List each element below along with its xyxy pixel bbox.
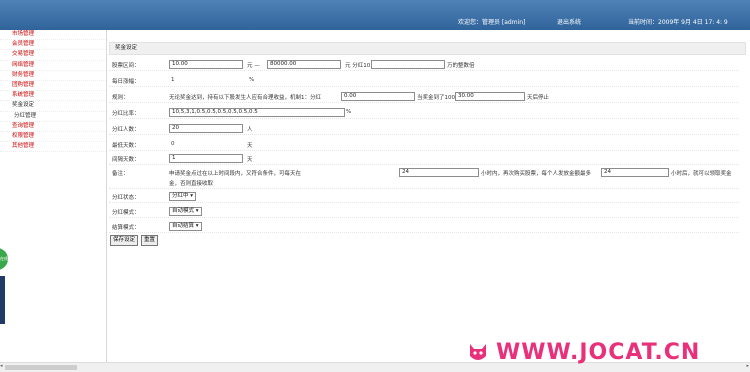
sidebar-item-bonus-settings[interactable]: 奖金设定 [0, 101, 106, 112]
note-label: 备注： [112, 171, 129, 177]
sidebar-item-permissions[interactable]: 权限管理 [0, 132, 106, 143]
panel-title: 奖金设定 [109, 42, 746, 55]
mode-label: 分红模式： [112, 210, 140, 216]
side-float-bar[interactable] [0, 276, 5, 324]
row-price-range: 股票区间： 元 — 元 分红10 万的整数倍 [109, 58, 739, 71]
sidebar-item-trade[interactable]: 交易管理 [0, 50, 106, 61]
rule-text: 无论奖金达到，持有以下股发生人应有合理收益，机制1：分红 [169, 95, 322, 101]
logout-link[interactable]: 退出系统 [557, 17, 581, 26]
people-unit: 人 [247, 127, 253, 133]
row-ratio: 分红比率： % [109, 106, 739, 119]
sidebar-item-members[interactable]: 会员管理 [0, 40, 106, 51]
row-settle: 结算模式： 自动结算 ▾ [109, 220, 739, 233]
interval-days-input[interactable] [169, 154, 243, 163]
settle-select-value: 自动结算 [172, 223, 195, 229]
row-people: 分红人数： 人 [109, 122, 739, 135]
rule-value1-input[interactable] [341, 92, 415, 101]
price-range-label: 股票区间： [112, 63, 140, 69]
sidebar-item-finance[interactable]: 财务管理 [0, 71, 106, 81]
sidebar-item-groupbuy[interactable]: 团购管理 [0, 81, 106, 92]
note-text-2: 小时内，再次购买股票，每个人发放金额最多 [481, 171, 592, 177]
save-button[interactable]: 保存设定 [110, 235, 139, 246]
status-select[interactable]: 分红中 ▾ [169, 192, 197, 201]
note-text-3: 小时后，就可以领取奖金 [671, 171, 732, 177]
scroll-right-icon[interactable]: ▸ [746, 363, 749, 369]
rule-mid-text: 当奖金到了100 [417, 95, 455, 101]
sidebar-item-system[interactable]: 系统管理 [0, 91, 106, 102]
sidebar-item-network[interactable]: 网络管理 [0, 61, 106, 71]
cat-logo-icon [470, 344, 486, 360]
people-label: 分红人数： [112, 127, 140, 133]
price-mid-text: 元 分红10 [345, 63, 371, 69]
daily-rise-unit: % [249, 77, 255, 83]
top-header-bar: 欢迎您：管理员 [admin] 退出系统 当前时间：2009年 9月 4日 17… [0, 0, 750, 30]
daily-rise-value: 1 [171, 77, 175, 83]
mode-select-value: 自动模式 [172, 208, 195, 214]
price-multiple-input[interactable] [371, 60, 445, 69]
interval-days-label: 间隔天数： [112, 157, 140, 163]
settle-label: 结算模式： [112, 225, 140, 231]
note-value2-input[interactable] [601, 168, 669, 177]
status-select-value: 分红中 [172, 193, 189, 199]
daily-rise-label: 每日涨幅： [112, 79, 140, 85]
note-text-1: 申请奖金点过在以上时间段内，又符合条件，可每天在 [169, 171, 302, 177]
min-days-label: 最低天数： [112, 143, 140, 149]
rule-value2-input[interactable] [455, 92, 525, 101]
welcome-text: 欢迎您：管理员 [admin] [458, 19, 526, 26]
price-to-input[interactable] [267, 60, 341, 69]
people-input[interactable] [169, 124, 243, 133]
status-label: 分红状态： [112, 195, 140, 201]
sidebar-item-other[interactable]: 其他管理 [0, 142, 106, 153]
current-time: 当前时间：2009年 9月 4日 17: 4: 9 [628, 19, 728, 26]
rule-end-text: 天后停止 [527, 95, 550, 101]
price-end-text: 万的整数倍 [447, 63, 475, 69]
main-content: 奖金设定 股票区间： 元 — 元 分红10 万的整数倍 每日涨幅： 1 % 规则… [107, 30, 750, 371]
sidebar-menu: 市场管理 会员管理 交易管理 网络管理 财务管理 团购管理 系统管理 奖金设定 … [0, 30, 107, 371]
note-text-4: 金，否则直接收取 [169, 181, 214, 187]
row-min-days: 最低天数： 0 天 [109, 138, 739, 151]
row-rule: 规则： 无论奖金达到，持有以下股发生人应有合理收益，机制1：分红 当奖金到了10… [109, 90, 739, 103]
min-days-value: 0 [171, 141, 175, 147]
note-value1-input[interactable] [399, 168, 479, 177]
rule-label: 规则： [112, 95, 129, 101]
mode-select[interactable]: 自动模式 ▾ [169, 207, 202, 216]
price-from-input[interactable] [169, 60, 243, 69]
row-status: 分红状态： 分红中 ▾ [109, 190, 739, 203]
watermark-text: WWW.JOCAT.CN [496, 340, 701, 365]
settle-select[interactable]: 自动结算 ▾ [169, 222, 202, 231]
scroll-left-icon[interactable]: ◂ [0, 363, 3, 369]
ratio-unit: % [346, 109, 352, 115]
min-days-unit: 天 [247, 143, 253, 149]
sidebar-item-market[interactable]: 市场管理 [0, 30, 106, 41]
ratio-input[interactable] [169, 108, 345, 117]
price-sep-text: 元 — [247, 63, 260, 69]
sidebar-item-query[interactable]: 查询管理 [0, 122, 106, 132]
interval-days-unit: 天 [247, 157, 253, 163]
sidebar-item-dividends[interactable]: 分红管理 [0, 112, 106, 122]
row-daily-rise: 每日涨幅： 1 % [109, 74, 739, 87]
ratio-label: 分红比率： [112, 111, 140, 117]
scrollbar-thumb[interactable] [5, 365, 77, 370]
reset-button[interactable]: 重置 [141, 235, 159, 246]
row-interval-days: 间隔天数： 天 [109, 152, 739, 165]
row-note: 备注： 申请奖金点过在以上时间段内，又符合条件，可每天在 小时内，再次购买股票，… [109, 166, 739, 189]
row-mode: 分红模式： 自动模式 ▾ [109, 205, 739, 218]
